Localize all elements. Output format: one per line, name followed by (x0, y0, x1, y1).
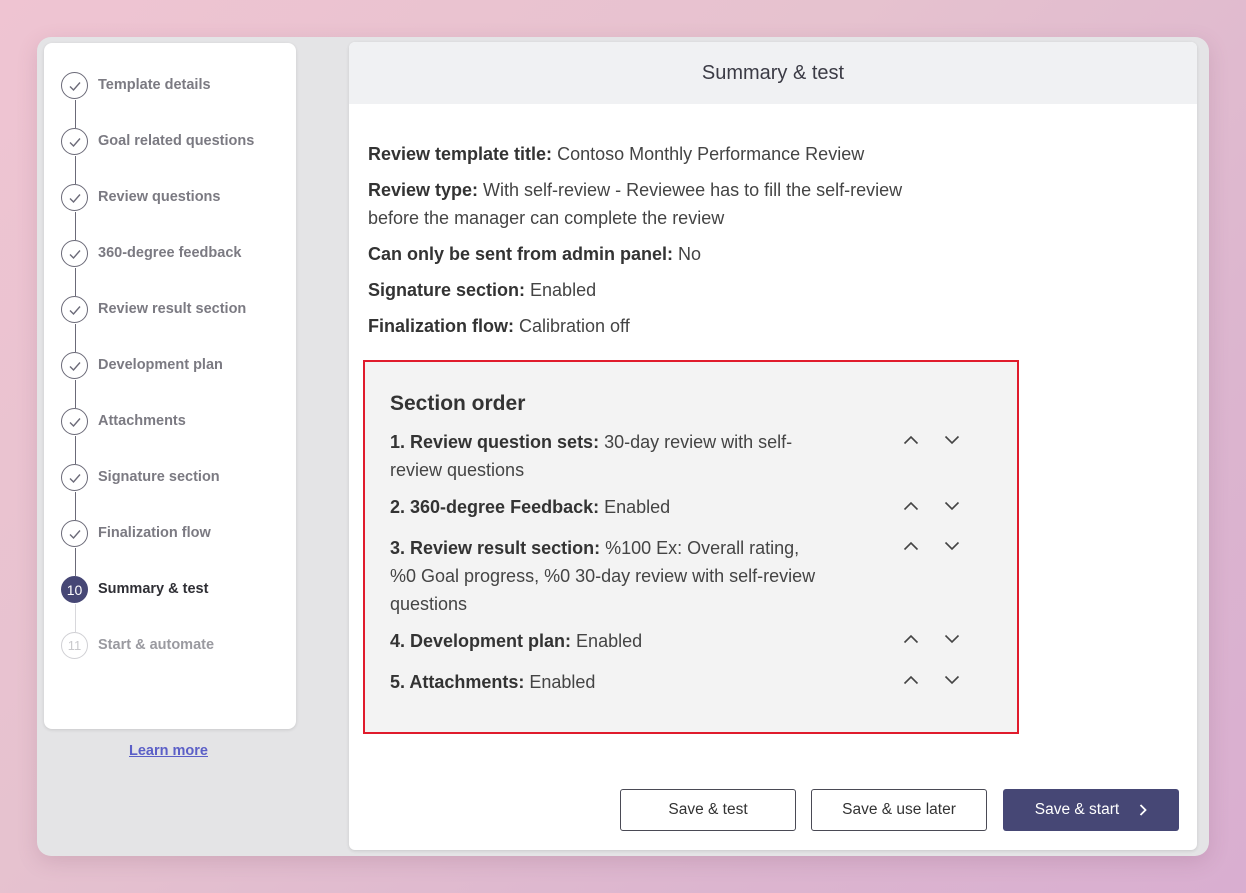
item-reorder-controls (901, 536, 961, 555)
save-test-button[interactable]: Save & test (620, 789, 796, 831)
step-label: Attachments (98, 413, 186, 429)
step-label: Goal related questions (98, 133, 255, 149)
signature-row: Signature section: Enabled (368, 276, 938, 304)
item-label: 2. 360-degree Feedback: (390, 497, 600, 517)
section-order-title: Section order (390, 392, 526, 415)
step-summary-test[interactable]: 10 Summary & test (61, 576, 254, 632)
step-connector (74, 380, 76, 408)
step-label: Start & automate (98, 637, 215, 653)
step-connector (74, 156, 76, 184)
item-label: 5. Attachments: (390, 672, 525, 692)
section-order-item: 5. Attachments: Enabled (390, 668, 820, 696)
field-label: Can only be sent from admin panel: (368, 244, 674, 264)
step-connector (74, 604, 76, 632)
step-review-result-section[interactable]: Review result section (61, 296, 254, 352)
step-attachments[interactable]: Attachments (61, 408, 254, 464)
chevron-down-icon[interactable] (942, 536, 961, 555)
step-number: 11 (61, 632, 88, 659)
chevron-up-icon[interactable] (901, 670, 920, 689)
item-reorder-controls (901, 629, 961, 648)
field-label: Review template title: (368, 144, 553, 164)
section-order-item: 2. 360-degree Feedback: Enabled (390, 493, 820, 521)
save-start-label: Save & start (1034, 801, 1120, 818)
item-label: 3. Review result section: (390, 538, 601, 558)
step-signature-section[interactable]: Signature section (61, 464, 254, 520)
step-connector (74, 268, 76, 296)
chevron-up-icon[interactable] (901, 430, 920, 449)
field-value: Calibration off (514, 316, 630, 336)
app-window: Template details Goal related questions … (37, 37, 1209, 856)
field-label: Review type: (368, 180, 479, 200)
step-connector (74, 548, 76, 576)
step-connector (74, 436, 76, 464)
chevron-up-icon[interactable] (901, 629, 920, 648)
step-template-details[interactable]: Template details (61, 72, 254, 128)
section-order-item: 4. Development plan: Enabled (390, 627, 820, 655)
step-review-questions[interactable]: Review questions (61, 184, 254, 240)
item-reorder-controls (901, 496, 961, 515)
item-reorder-controls (901, 670, 961, 689)
step-360-degree-feedback[interactable]: 360-degree feedback (61, 240, 254, 296)
step-label: Review questions (98, 189, 221, 205)
step-label: Signature section (98, 469, 220, 485)
steps-list: Template details Goal related questions … (61, 72, 254, 688)
summary-panel: Summary & test Review template title: Co… (349, 42, 1197, 850)
field-label: Finalization flow: (368, 316, 514, 336)
check-icon (61, 296, 88, 323)
summary-info: Review template title: Contoso Monthly P… (368, 140, 938, 348)
learn-more-link[interactable]: Learn more (129, 743, 208, 759)
field-value: Contoso Monthly Performance Review (552, 144, 865, 164)
step-label: 360-degree feedback (98, 245, 242, 261)
step-connector (74, 100, 76, 128)
step-label: Template details (98, 77, 211, 93)
step-finalization-flow[interactable]: Finalization flow (61, 520, 254, 576)
chevron-down-icon[interactable] (942, 496, 961, 515)
section-order-box: Section order 1. Review question sets: 3… (363, 360, 1019, 734)
field-label: Signature section: (368, 280, 526, 300)
step-label: Finalization flow (98, 525, 211, 541)
check-icon (61, 240, 88, 267)
save-use-later-button[interactable]: Save & use later (811, 789, 987, 831)
chevron-up-icon[interactable] (901, 536, 920, 555)
check-icon (61, 184, 88, 211)
step-development-plan[interactable]: Development plan (61, 352, 254, 408)
chevron-down-icon[interactable] (942, 629, 961, 648)
step-connector (74, 324, 76, 352)
item-value: Enabled (524, 672, 596, 692)
wizard-steps-panel: Template details Goal related questions … (44, 43, 296, 729)
chevron-down-icon[interactable] (942, 430, 961, 449)
section-order-item: 3. Review result section: %100 Ex: Overa… (390, 534, 820, 618)
item-value: Enabled (571, 631, 643, 651)
check-icon (61, 408, 88, 435)
chevron-right-icon (1139, 804, 1147, 816)
section-order-item: 1. Review question sets: 30-day review w… (390, 428, 820, 484)
chevron-down-icon[interactable] (942, 670, 961, 689)
step-label: Review result section (98, 301, 247, 317)
check-icon (61, 128, 88, 155)
step-start-automate[interactable]: 11 Start & automate (61, 632, 254, 688)
template-title-row: Review template title: Contoso Monthly P… (368, 140, 938, 168)
admin-panel-row: Can only be sent from admin panel: No (368, 240, 938, 268)
field-value: No (673, 244, 702, 264)
field-value: Enabled (525, 280, 597, 300)
check-icon (61, 464, 88, 491)
page-title: Summary & test (349, 42, 1197, 104)
check-icon (61, 72, 88, 99)
item-reorder-controls (901, 430, 961, 449)
item-value: Enabled (599, 497, 671, 517)
step-label: Summary & test (98, 581, 209, 597)
item-label: 1. Review question sets: (390, 432, 600, 452)
check-icon (61, 520, 88, 547)
item-label: 4. Development plan: (390, 631, 572, 651)
finalization-row: Finalization flow: Calibration off (368, 312, 938, 340)
save-start-button[interactable]: Save & start (1003, 789, 1179, 831)
step-number: 10 (61, 576, 88, 603)
step-goal-related-questions[interactable]: Goal related questions (61, 128, 254, 184)
step-label: Development plan (98, 357, 223, 373)
chevron-up-icon[interactable] (901, 496, 920, 515)
step-connector (74, 492, 76, 520)
review-type-row: Review type: With self-review - Reviewee… (368, 176, 938, 232)
check-icon (61, 352, 88, 379)
step-connector (74, 212, 76, 240)
